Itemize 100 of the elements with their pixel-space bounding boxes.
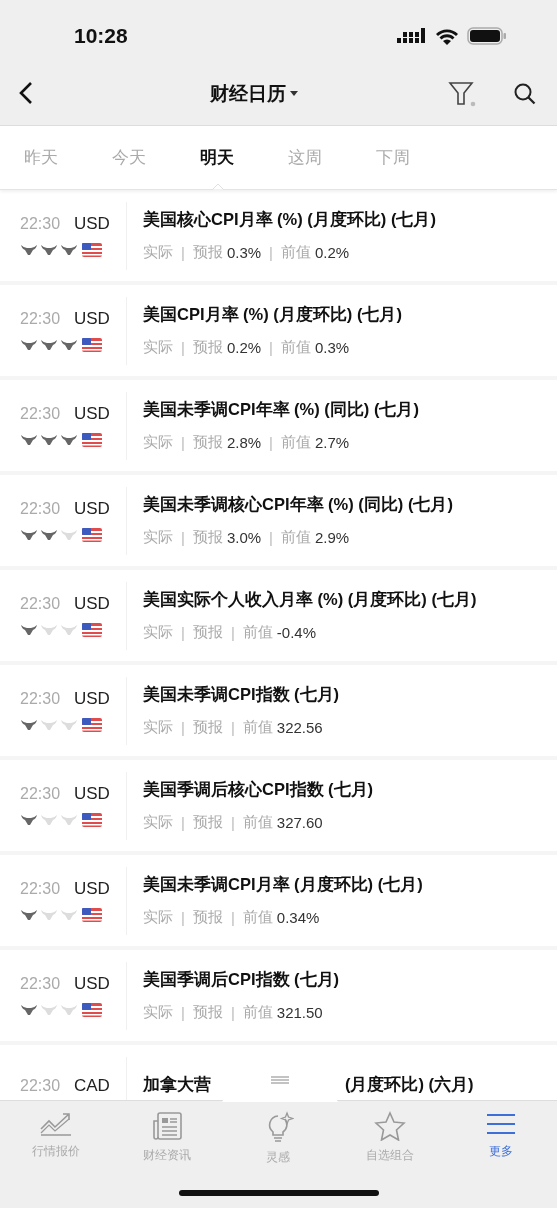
separator: | xyxy=(181,1004,185,1021)
event-time: 22:30 xyxy=(20,975,62,993)
separator: | xyxy=(230,814,235,831)
actual-label: 实际 xyxy=(143,528,173,547)
event-time: 22:30 xyxy=(20,500,62,518)
forecast-value: 2.8% xyxy=(226,434,262,451)
currency-code: USD xyxy=(74,689,110,709)
actual-label: 实际 xyxy=(143,1003,173,1022)
event-title: 美国未季调CPI指数 (七月) xyxy=(143,684,340,705)
separator: | xyxy=(181,719,185,736)
forecast-value: 0.3% xyxy=(226,244,262,261)
us-flag-icon xyxy=(82,243,102,257)
event-time: 22:30 xyxy=(20,785,62,803)
currency-code: CAD xyxy=(74,1076,110,1096)
previous-value: 2.7% xyxy=(315,434,350,451)
actual-label: 实际 xyxy=(143,813,173,832)
separator: | xyxy=(181,244,185,261)
forecast-label: 预报 xyxy=(192,243,223,262)
title-dropdown[interactable]: 财经日历 xyxy=(209,80,298,107)
separator: | xyxy=(269,434,273,451)
event-title: 美国未季调核心CPI年率 (%) (同比) (七月) xyxy=(143,494,453,515)
us-flag-icon xyxy=(82,338,102,352)
currency-code: USD xyxy=(74,974,110,994)
previous-label: 前值 xyxy=(242,908,273,927)
us-flag-icon xyxy=(82,528,102,542)
event-row[interactable]: 22:30 USD 美国未季调CPI年率 (%) (同比) (七月) 实际 | 预报 2.8% | 前值 2.7% xyxy=(0,380,557,475)
separator: | xyxy=(230,909,235,926)
previous-value: 0.34% xyxy=(276,909,320,926)
event-title: 美国未季调CPI月率 (月度环比) (七月) xyxy=(143,874,423,895)
us-flag-icon xyxy=(82,433,102,447)
forecast-label: 预报 xyxy=(192,1003,223,1022)
event-time: 22:30 xyxy=(20,215,62,233)
event-title: 美国核心CPI月率 (%) (月度环比) (七月) xyxy=(143,209,436,230)
separator: | xyxy=(181,529,185,546)
event-title: 美国未季调CPI年率 (%) (同比) (七月) xyxy=(143,399,419,420)
previous-value: 0.2% xyxy=(315,244,350,261)
wifi-icon xyxy=(435,27,459,45)
currency-code: USD xyxy=(74,214,110,234)
event-title: 美国季调后核心CPI指数 (七月) xyxy=(143,779,374,800)
currency-code: USD xyxy=(74,879,110,899)
menu-icon xyxy=(485,1111,518,1137)
status-time: 10:28 xyxy=(74,24,128,48)
tab-bar-item[interactable]: 更多 xyxy=(456,1111,547,1166)
previous-value: 322.56 xyxy=(276,719,323,736)
previous-value: -0.4% xyxy=(276,624,316,641)
event-row[interactable]: 22:30 USD 美国CPI月率 (%) (月度环比) (七月) 实际 | 预报 0.2% | 前值 0.3% xyxy=(0,285,557,380)
actual-label: 实际 xyxy=(143,908,173,927)
event-row[interactable]: 22:30 USD 美国未季调CPI指数 (七月) 实际 | 预报 | 前值 322.56 xyxy=(0,665,557,760)
event-time: 22:30 xyxy=(20,405,62,423)
previous-label: 前值 xyxy=(242,718,273,737)
filter-button[interactable] xyxy=(447,79,477,108)
currency-code: USD xyxy=(74,309,110,329)
previous-label: 前值 xyxy=(242,813,273,832)
separator: | xyxy=(269,339,273,356)
actual-label: 实际 xyxy=(143,243,173,262)
separator: | xyxy=(230,624,235,641)
event-row[interactable]: 22:30 USD 美国实际个人收入月率 (%) (月度环比) (七月) 实际 | 预报 | 前值 -0.4% xyxy=(0,570,557,665)
event-time: 22:30 xyxy=(20,690,62,708)
forecast-label: 预报 xyxy=(192,528,223,547)
trend-chart-icon xyxy=(38,1111,73,1137)
event-row[interactable]: 22:30 USD 美国季调后核心CPI指数 (七月) 实际 | 预报 | 前值 327.60 xyxy=(0,760,557,855)
event-title: 美国实际个人收入月率 (%) (月度环比) (七月) xyxy=(143,589,477,610)
us-flag-icon xyxy=(82,1003,102,1017)
event-title: (月度环比) (六月) xyxy=(345,1073,474,1095)
previous-label: 前值 xyxy=(242,1003,273,1022)
forecast-value: 0.2% xyxy=(226,339,262,356)
separator: | xyxy=(269,244,273,261)
us-flag-icon xyxy=(82,623,102,637)
previous-label: 前值 xyxy=(281,243,311,262)
us-flag-icon xyxy=(82,813,102,827)
separator: | xyxy=(181,814,185,831)
previous-value: 321.50 xyxy=(276,1004,323,1021)
forecast-label: 预报 xyxy=(192,908,223,927)
previous-value: 2.9% xyxy=(315,529,350,546)
separator: | xyxy=(181,434,185,451)
event-row[interactable]: 22:30 USD 美国季调后CPI指数 (七月) 实际 | 预报 | 前值 321.50 xyxy=(0,950,557,1045)
event-row[interactable]: 22:30 USD 美国未季调CPI月率 (月度环比) (七月) 实际 | 预报 | 前值 0.34% xyxy=(0,855,557,950)
previous-label: 前值 xyxy=(242,623,273,642)
forecast-value: 3.0% xyxy=(226,529,262,546)
separator: | xyxy=(230,719,235,736)
caret-icon xyxy=(289,91,298,96)
actual-label: 实际 xyxy=(143,623,173,642)
currency-code: USD xyxy=(74,499,110,519)
event-title: 加拿大营 xyxy=(143,1073,211,1095)
separator: | xyxy=(181,339,185,356)
previous-label: 前值 xyxy=(281,338,311,357)
signal-icon xyxy=(397,28,427,44)
event-row[interactable]: 22:30 USD 美国核心CPI月率 (%) (月度环比) (七月) 实际 | 预报 0.3% | 前值 0.2% xyxy=(0,190,557,285)
currency-code: USD xyxy=(74,404,110,424)
event-row[interactable]: 22:30 USD 美国未季调核心CPI年率 (%) (同比) (七月) 实际 | 预报 3.0% | 前值 2.9% xyxy=(0,475,557,570)
search-button[interactable] xyxy=(513,81,537,106)
previous-value: 0.3% xyxy=(315,339,350,356)
us-flag-icon xyxy=(82,908,102,922)
star-icon xyxy=(373,1111,406,1141)
previous-label: 前值 xyxy=(281,433,311,452)
event-title: 美国季调后CPI指数 (七月) xyxy=(143,969,340,990)
actual-label: 实际 xyxy=(143,338,173,357)
event-time: 22:30 xyxy=(20,310,62,328)
date-tab[interactable]: 明天 xyxy=(200,146,288,169)
currency-code: USD xyxy=(74,594,110,614)
